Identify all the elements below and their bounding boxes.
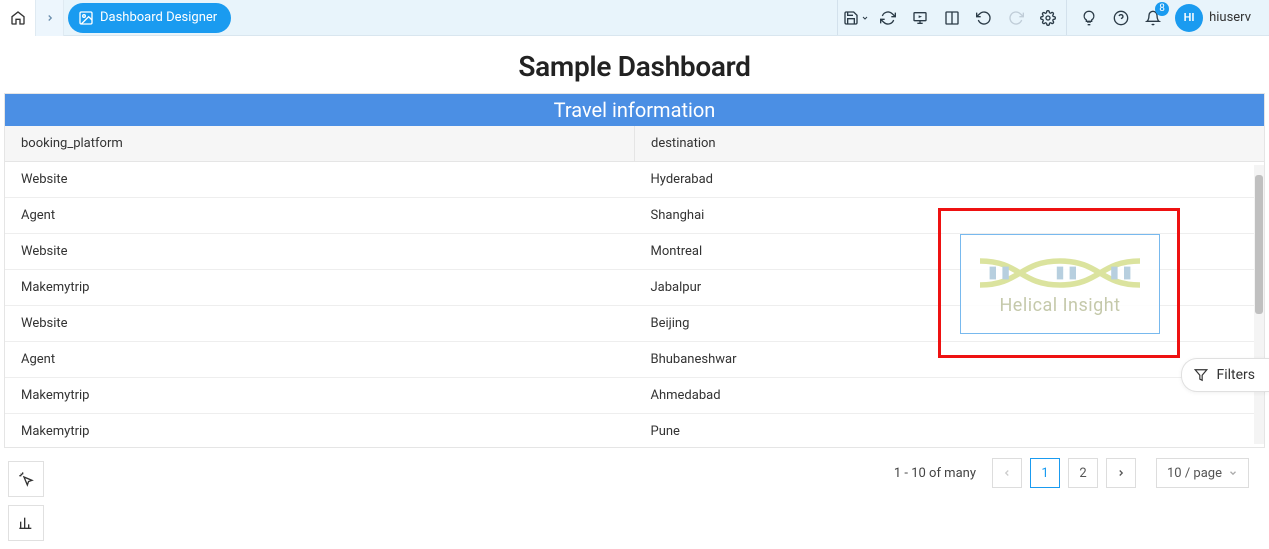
- toolbar-group-1: [837, 0, 1067, 35]
- column-header-destination[interactable]: destination: [635, 126, 1264, 161]
- presentation-icon: [912, 10, 928, 26]
- page-info: 1 - 10 of many: [894, 466, 976, 481]
- chevron-left-icon: [1002, 468, 1012, 478]
- avatar[interactable]: HI: [1175, 4, 1203, 32]
- breadcrumb-separator: [36, 0, 64, 36]
- chart-mode-button[interactable]: [8, 505, 44, 541]
- help-icon: [1113, 10, 1129, 26]
- panel-title: Travel information: [5, 94, 1264, 126]
- home-button[interactable]: [0, 0, 36, 36]
- cell-destination: Hyderabad: [635, 162, 1265, 197]
- gear-icon: [1040, 10, 1056, 26]
- cell-booking-platform: Website: [5, 162, 635, 197]
- dashboard-title: Sample Dashboard: [0, 36, 1269, 93]
- page-size-select[interactable]: 10 / page: [1156, 458, 1249, 488]
- dashboard-icon: [78, 10, 94, 26]
- table-row[interactable]: MakemytripPune: [5, 414, 1264, 447]
- pointer-click-icon: [18, 471, 34, 487]
- notifications-button[interactable]: 8: [1139, 4, 1167, 32]
- chevron-right-icon: [45, 13, 55, 23]
- column-header-booking-platform[interactable]: booking_platform: [5, 126, 635, 161]
- logo-highlight-box: [938, 208, 1180, 358]
- save-button[interactable]: [842, 4, 870, 32]
- chevron-down-icon: [861, 14, 869, 22]
- table-row[interactable]: MakemytripAhmedabad: [5, 378, 1264, 414]
- interact-mode-button[interactable]: [8, 461, 44, 497]
- page-next-button[interactable]: [1106, 458, 1136, 488]
- page-prev-button[interactable]: [992, 458, 1022, 488]
- toolbar-group-2: 8 HI hiuserv: [1067, 0, 1269, 35]
- cell-booking-platform: Agent: [5, 342, 635, 377]
- redo-button[interactable]: [1002, 4, 1030, 32]
- filters-label: Filters: [1216, 367, 1255, 383]
- notification-badge: 8: [1155, 2, 1169, 16]
- cell-booking-platform: Agent: [5, 198, 635, 233]
- present-button[interactable]: [906, 4, 934, 32]
- page-1-button[interactable]: 1: [1030, 458, 1060, 488]
- redo-icon: [1008, 10, 1024, 26]
- page-size-label: 10 / page: [1167, 466, 1222, 481]
- username-label: hiuserv: [1209, 10, 1263, 25]
- lightbulb-icon: [1081, 10, 1097, 26]
- cell-booking-platform: Makemytrip: [5, 270, 635, 305]
- cell-booking-platform: Website: [5, 234, 635, 269]
- pagination-bar: 1 - 10 of many 1 2 10 / page: [0, 448, 1269, 488]
- undo-button[interactable]: [970, 4, 998, 32]
- tips-button[interactable]: [1075, 4, 1103, 32]
- cell-booking-platform: Makemytrip: [5, 414, 635, 447]
- chevron-right-icon: [1116, 468, 1126, 478]
- cell-destination: Ahmedabad: [635, 378, 1265, 413]
- undo-icon: [976, 10, 992, 26]
- layout-icon: [944, 10, 960, 26]
- breadcrumb-label: Dashboard Designer: [100, 10, 217, 25]
- refresh-icon: [880, 10, 896, 26]
- bar-chart-icon: [18, 515, 34, 531]
- refresh-button[interactable]: [874, 4, 902, 32]
- settings-button[interactable]: [1034, 4, 1062, 32]
- cell-destination: Pune: [635, 414, 1265, 447]
- chevron-down-icon: [1228, 468, 1238, 478]
- table-row[interactable]: WebsiteHyderabad: [5, 162, 1264, 198]
- home-icon: [10, 10, 26, 26]
- vertical-scrollbar[interactable]: [1254, 165, 1264, 444]
- filters-button[interactable]: Filters: [1181, 358, 1269, 392]
- filter-icon: [1194, 368, 1208, 382]
- table-header: booking_platform destination: [5, 126, 1264, 162]
- cell-booking-platform: Website: [5, 306, 635, 341]
- page-2-button[interactable]: 2: [1068, 458, 1098, 488]
- mini-toolbar: [8, 461, 44, 541]
- cell-booking-platform: Makemytrip: [5, 378, 635, 413]
- breadcrumb-active[interactable]: Dashboard Designer: [68, 3, 231, 33]
- help-button[interactable]: [1107, 4, 1135, 32]
- layout-button[interactable]: [938, 4, 966, 32]
- save-icon: [843, 10, 859, 26]
